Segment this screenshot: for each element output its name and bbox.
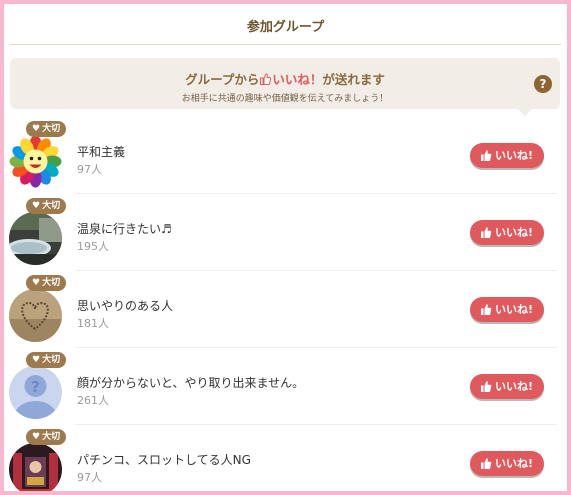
- page-frame: 参加グループ グループから いいね！が送れます お相手に共通の趣味や価値観を伝えて…: [4, 4, 567, 491]
- list-item: ♥ 大切 平和主義 97人 いいね!: [4, 117, 567, 194]
- svg-text:?: ?: [31, 378, 40, 396]
- member-count: 261人: [77, 394, 109, 407]
- thumbs-up-icon: [480, 376, 492, 401]
- question-icon[interactable]: ?: [534, 75, 552, 93]
- avatar: [9, 289, 62, 342]
- like-button[interactable]: いいね!: [470, 297, 544, 322]
- page-title: 参加グループ: [10, 4, 561, 45]
- banner-title-post: が送れます: [322, 72, 385, 87]
- favorite-badge: ♥ 大切: [26, 429, 67, 445]
- banner-title-iine: いいね！: [272, 72, 323, 87]
- like-button[interactable]: いいね!: [470, 220, 544, 245]
- thumbs-up-icon: [480, 299, 492, 324]
- favorite-badge: ♥ 大切: [26, 121, 67, 137]
- group-name[interactable]: 平和主義: [77, 143, 125, 160]
- info-banner: グループから いいね！が送れます お相手に共通の趣味や価値観を伝えてみましょう！ …: [10, 58, 560, 116]
- banner-subtitle: お相手に共通の趣味や価値観を伝えてみましょう！: [181, 94, 389, 104]
- member-count: 97人: [77, 163, 102, 176]
- thumbs-up-icon: [480, 222, 492, 247]
- heart-icon: ♥: [32, 432, 41, 442]
- heart-icon: ♥: [32, 278, 41, 288]
- avatar: [9, 443, 62, 491]
- banner-title: グループから いいね！が送れます: [10, 58, 560, 88]
- list-item: ♥ 大切 温泉に行きたい♬ 195人 いいね!: [4, 194, 567, 271]
- avatar: [9, 135, 62, 188]
- like-button[interactable]: いいね!: [470, 374, 544, 399]
- list-item: ♥ 大切 思いやりのある人 181人 いいね!: [4, 271, 567, 348]
- thumbs-up-icon: [260, 73, 272, 85]
- group-name[interactable]: 思いやりのある人: [77, 297, 173, 314]
- group-name[interactable]: 顔が分からないと、やり取り出来ません。: [77, 374, 304, 391]
- like-button[interactable]: いいね!: [470, 143, 544, 168]
- list-item: ? ♥ 大切 顔が分からないと、やり取り出来ません。 261人 いいね!: [4, 348, 567, 425]
- heart-icon: ♥: [32, 201, 41, 211]
- like-button[interactable]: いいね!: [470, 451, 544, 476]
- group-name[interactable]: パチンコ、スロットしてる人NG: [77, 451, 251, 468]
- banner-title-pre: グループから: [185, 72, 260, 87]
- member-count: 195人: [77, 240, 109, 253]
- heart-icon: ♥: [32, 355, 41, 365]
- thumbs-up-icon: [480, 145, 492, 170]
- list-item: ♥ 大切 パチンコ、スロットしてる人NG 97人 いいね!: [4, 425, 567, 491]
- group-name[interactable]: 温泉に行きたい♬: [77, 220, 172, 237]
- heart-icon: ♥: [32, 124, 41, 134]
- favorite-badge: ♥ 大切: [26, 275, 67, 291]
- member-count: 97人: [77, 471, 102, 484]
- avatar: ?: [9, 366, 62, 419]
- thumbs-up-icon: [480, 453, 492, 478]
- favorite-badge: ♥ 大切: [26, 352, 67, 368]
- group-list: ♥ 大切 平和主義 97人 いいね! ♥ 大切 温泉に行きたい♬ 195人 いい…: [4, 117, 567, 491]
- avatar: [9, 212, 62, 265]
- favorite-badge: ♥ 大切: [26, 198, 67, 214]
- member-count: 181人: [77, 317, 109, 330]
